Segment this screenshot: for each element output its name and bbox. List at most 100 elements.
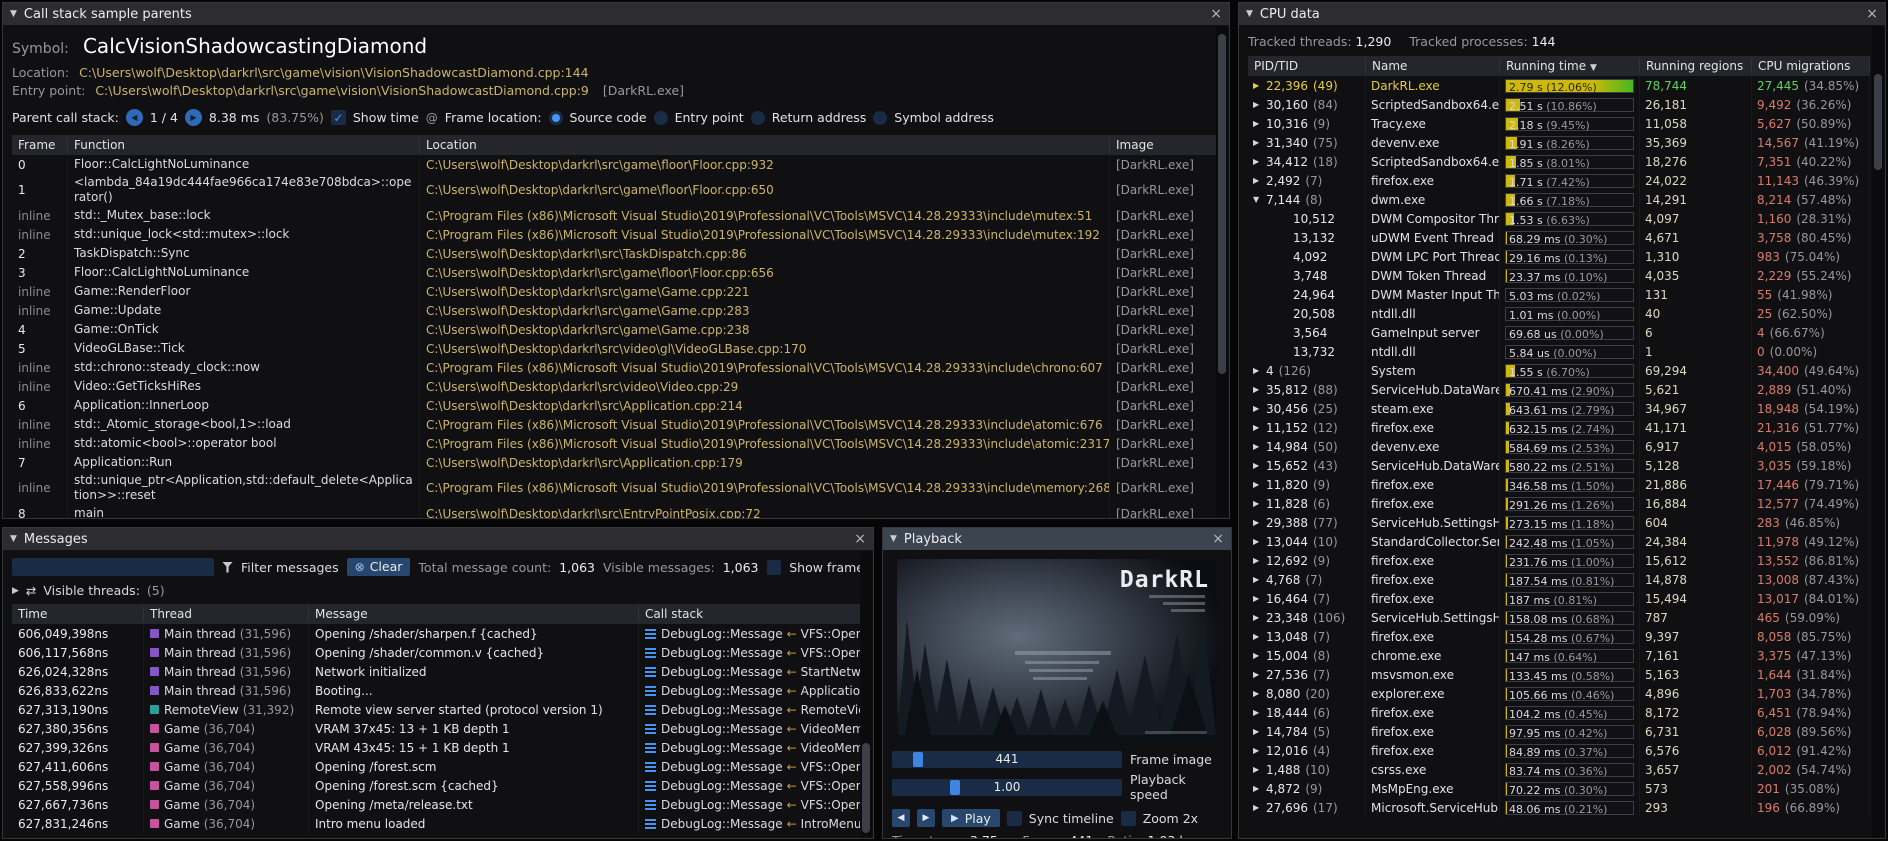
message-row[interactable]: 627,411,606ns Game (36,704) Opening /for… xyxy=(12,757,864,776)
message-row[interactable]: 627,313,190ns RemoteView (31,392) Remote… xyxy=(12,700,864,719)
expand-icon[interactable]: ▶ xyxy=(1253,556,1266,565)
cpu-row[interactable]: ▶ 2,492 (7) firefox.exe 1.71 s (7.42%) 2… xyxy=(1248,171,1870,190)
cpu-scrollbar[interactable] xyxy=(1872,26,1884,837)
expand-icon[interactable]: ▶ xyxy=(1253,784,1266,793)
col-cpu-migrations[interactable]: CPU migrations xyxy=(1752,59,1870,73)
expand-icon[interactable]: ▶ xyxy=(1253,499,1266,508)
cpu-row[interactable]: ▶ 31,340 (75) devenv.exe 1.91 s (8.26%) … xyxy=(1248,133,1870,152)
message-callstack[interactable]: DebugLog::Message ← VFS::Open xyxy=(639,795,864,814)
expand-icon[interactable]: ▶ xyxy=(1253,537,1266,546)
pid-cell[interactable]: ▶ 4,872 (9) xyxy=(1248,779,1366,798)
frame-location[interactable]: C:\Users\wolf\Desktop\darkrl\src\TaskDis… xyxy=(420,244,1110,263)
frame-location[interactable]: C:\Program Files (x86)\Microsoft Visual … xyxy=(420,358,1110,377)
pid-cell[interactable]: ▶ 27,696 (17) xyxy=(1248,798,1366,817)
col-time[interactable]: Time xyxy=(12,607,144,621)
callstack-frame-row[interactable]: 6 Application::InnerLoop C:\Users\wolf\D… xyxy=(12,396,1220,415)
pid-cell[interactable]: ▶ 29,388 (77) xyxy=(1248,513,1366,532)
cpu-row[interactable]: ▶ 35,812 (88) ServiceHub.DataWareho 670.… xyxy=(1248,380,1870,399)
pid-cell[interactable]: ▶ 23,348 (106) xyxy=(1248,608,1366,627)
scrollbar-thumb[interactable] xyxy=(1218,34,1226,374)
visible-threads-row[interactable]: ▶ ⇄ Visible threads: (5) xyxy=(12,583,864,598)
frame-location[interactable]: C:\Users\wolf\Desktop\darkrl\src\game\fl… xyxy=(420,155,1110,174)
message-callstack[interactable]: DebugLog::Message ← VFS::Open xyxy=(639,643,864,662)
pid-cell[interactable]: 4,092 xyxy=(1248,247,1366,266)
cpu-row[interactable]: 4,092 DWM LPC Port Thread 29.16 ms (0.13… xyxy=(1248,247,1870,266)
expand-icon[interactable]: ▶ xyxy=(1253,423,1266,432)
expand-icon[interactable]: ▶ xyxy=(1253,803,1266,812)
cpu-row[interactable]: ▶ 12,692 (9) firefox.exe 231.76 ms (1.00… xyxy=(1248,551,1870,570)
frame-location[interactable]: C:\Users\wolf\Desktop\darkrl\src\EntryPo… xyxy=(420,504,1110,519)
pid-cell[interactable]: ▶ 2,492 (7) xyxy=(1248,171,1366,190)
pid-cell[interactable]: ▶ 13,044 (10) xyxy=(1248,532,1366,551)
cpu-row[interactable]: ▶ 4 (126) System 1.55 s (6.70%) 69,294 3… xyxy=(1248,361,1870,380)
expand-icon[interactable]: ▶ xyxy=(1253,689,1266,698)
cpu-row[interactable]: ▶ 4,872 (9) MsMpEng.exe 70.22 ms (0.30%)… xyxy=(1248,779,1870,798)
expand-icon[interactable]: ▶ xyxy=(1253,613,1266,622)
frame-location[interactable]: C:\Program Files (x86)\Microsoft Visual … xyxy=(420,206,1110,225)
message-callstack[interactable]: DebugLog::Message ← VFS::Open xyxy=(639,624,864,643)
expand-icon[interactable]: ▶ xyxy=(1253,157,1266,166)
pid-cell[interactable]: ▶ 12,692 (9) xyxy=(1248,551,1366,570)
show-frame-checkbox[interactable]: ✓ xyxy=(767,560,782,575)
frame-location[interactable]: C:\Users\wolf\Desktop\darkrl\src\video\g… xyxy=(420,339,1110,358)
callstack-frame-row[interactable]: inline std::atomic<bool>::operator bool … xyxy=(12,434,1220,453)
radio-return-address[interactable] xyxy=(751,111,765,125)
messages-scrollbar[interactable] xyxy=(860,551,872,837)
cpu-row[interactable]: 10,512 DWM Compositor Threa 1.53 s (6.63… xyxy=(1248,209,1870,228)
callstack-scrollbar[interactable] xyxy=(1216,26,1228,517)
frame-location[interactable]: C:\Program Files (x86)\Microsoft Visual … xyxy=(420,434,1110,453)
expand-icon[interactable]: ▶ xyxy=(1253,480,1266,489)
pid-cell[interactable]: ▶ 22,396 (49) xyxy=(1248,76,1366,95)
cpu-row[interactable]: ▶ 11,828 (6) firefox.exe 291.26 ms (1.26… xyxy=(1248,494,1870,513)
pid-cell[interactable]: 10,512 xyxy=(1248,209,1366,228)
callstack-frame-row[interactable]: 2 TaskDispatch::Sync C:\Users\wolf\Deskt… xyxy=(12,244,1220,263)
cpu-row[interactable]: ▶ 1,488 (10) csrss.exe 83.74 ms (0.36%) … xyxy=(1248,760,1870,779)
cpu-row[interactable]: ▶ 4,768 (7) firefox.exe 187.54 ms (0.81%… xyxy=(1248,570,1870,589)
pid-cell[interactable]: ▶ 30,160 (84) xyxy=(1248,95,1366,114)
pid-cell[interactable]: ▶ 35,812 (88) xyxy=(1248,380,1366,399)
expand-icon[interactable]: ▶ xyxy=(1253,632,1266,641)
callstack-frame-row[interactable]: inline std::chrono::steady_clock::now C:… xyxy=(12,358,1220,377)
cpu-row[interactable]: ▶ 23,348 (106) ServiceHub.SettingsHost 1… xyxy=(1248,608,1870,627)
show-time-checkbox[interactable]: ✓ xyxy=(331,110,346,125)
col-location[interactable]: Location xyxy=(420,138,1110,152)
col-message[interactable]: Message xyxy=(309,607,639,621)
expand-icon[interactable]: ▶ xyxy=(1253,575,1266,584)
play-button[interactable]: ▶ Play xyxy=(942,809,1000,827)
expand-icon[interactable]: ▶ xyxy=(1253,708,1266,717)
message-callstack[interactable]: DebugLog::Message ← VideoMemo xyxy=(639,738,864,757)
col-function[interactable]: Function xyxy=(68,138,420,152)
callstack-frame-row[interactable]: 5 VideoGLBase::Tick C:\Users\wolf\Deskto… xyxy=(12,339,1220,358)
callstack-frame-row[interactable]: inline std::_Atomic_storage<bool,1>::loa… xyxy=(12,415,1220,434)
callstack-frame-row[interactable]: 8 main C:\Users\wolf\Desktop\darkrl\src\… xyxy=(12,504,1220,519)
frame-location[interactable]: C:\Users\wolf\Desktop\darkrl\src\game\fl… xyxy=(420,263,1110,282)
cpu-row[interactable]: ▶ 14,984 (50) devenv.exe 584.69 ms (2.53… xyxy=(1248,437,1870,456)
cpu-row[interactable]: ▶ 30,160 (84) ScriptedSandbox64.exe 2.51… xyxy=(1248,95,1870,114)
callstack-frame-row[interactable]: 0 Floor::CalcLightNoLuminance C:\Users\w… xyxy=(12,155,1220,174)
pid-cell[interactable]: ▶ 8,080 (20) xyxy=(1248,684,1366,703)
expand-icon[interactable]: ▶ xyxy=(1253,765,1266,774)
scrollbar-thumb[interactable] xyxy=(862,743,870,833)
pid-cell[interactable]: ▶ 4,768 (7) xyxy=(1248,570,1366,589)
pid-cell[interactable]: ▶ 16,464 (7) xyxy=(1248,589,1366,608)
callstack-frame-row[interactable]: inline std::unique_ptr<Application,std::… xyxy=(12,472,1220,504)
tree-expand-icon[interactable]: ▶ xyxy=(12,586,19,596)
col-thread[interactable]: Thread xyxy=(144,607,309,621)
message-callstack[interactable]: DebugLog::Message ← RemoteVie xyxy=(639,700,864,719)
message-callstack[interactable]: DebugLog::Message ← VFS::Open xyxy=(639,757,864,776)
step-back-button[interactable]: ◀ xyxy=(892,809,910,827)
pid-cell[interactable]: ▶ 30,456 (25) xyxy=(1248,399,1366,418)
pid-cell[interactable]: ▶ 14,784 (5) xyxy=(1248,722,1366,741)
message-row[interactable]: 626,833,622ns Main thread (31,596) Booti… xyxy=(12,681,864,700)
message-callstack[interactable]: DebugLog::Message ← VFS::Open xyxy=(639,776,864,795)
cpu-row[interactable]: ▶ 27,696 (17) Microsoft.ServiceHub.Co 48… xyxy=(1248,798,1870,817)
expand-icon[interactable]: ▶ xyxy=(1253,138,1266,147)
pid-cell[interactable]: ▶ 11,820 (9) xyxy=(1248,475,1366,494)
expand-icon[interactable]: ▶ xyxy=(1253,651,1266,660)
cpu-row[interactable]: ▶ 10,316 (9) Tracy.exe 2.18 s (9.45%) 11… xyxy=(1248,114,1870,133)
frame-location[interactable]: C:\Users\wolf\Desktop\darkrl\src\game\fl… xyxy=(420,174,1110,206)
pid-cell[interactable]: 20,508 xyxy=(1248,304,1366,323)
expand-icon[interactable]: ▶ xyxy=(1253,670,1266,679)
cpu-row[interactable]: 24,964 DWM Master Input Threa 5.03 ms (0… xyxy=(1248,285,1870,304)
next-parent-button[interactable]: ▶ xyxy=(185,109,202,126)
